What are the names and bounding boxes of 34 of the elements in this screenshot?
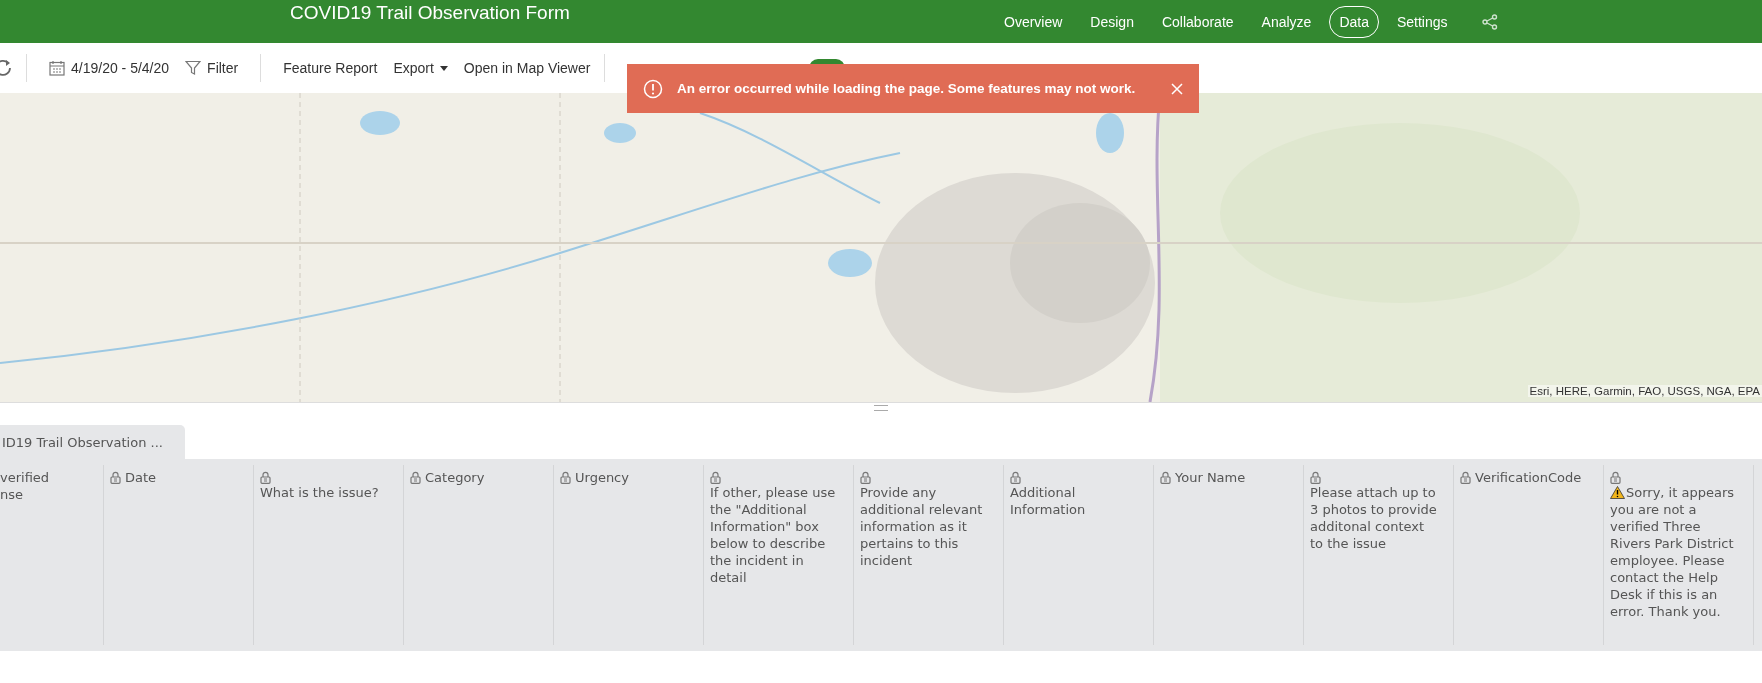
filter-icon — [185, 60, 202, 76]
map-attribution: Esri, HERE, Garmin, FAO, USGS, NGA, EPA — [1527, 385, 1762, 397]
share-icon[interactable] — [1481, 13, 1498, 30]
calendar-icon — [49, 60, 65, 76]
filter-button[interactable]: Filter — [177, 60, 247, 76]
date-range-button[interactable]: 4/19/20 - 5/4/20 — [41, 60, 178, 76]
close-icon[interactable] — [1171, 82, 1183, 95]
export-menu-button[interactable]: Export — [385, 60, 456, 76]
layer-tab[interactable]: ID19 Trail Observation ... — [0, 425, 185, 459]
column-header[interactable]: Urgency — [575, 469, 629, 486]
resize-handle[interactable] — [874, 405, 888, 411]
nav-tab[interactable]: Overview — [994, 5, 1073, 38]
column-header[interactable]: Please attach up to 3 photos to provide additonal context to the issue — [1310, 484, 1439, 552]
refresh-icon[interactable] — [0, 59, 12, 77]
column-header[interactable]: Date — [125, 469, 157, 486]
nav-tab[interactable]: Collaborate — [1151, 5, 1244, 38]
nav-tab[interactable]: Design — [1080, 5, 1144, 38]
column-header[interactable]: Provide any additional relevant information as it pertains to this incident — [860, 484, 989, 569]
column-header[interactable]: verified nse — [0, 469, 50, 503]
toolbar-button[interactable]: Open in Map Viewer — [455, 60, 599, 76]
app-title: COVID19 Trail Observation Form — [290, 2, 570, 24]
column-header[interactable]: What is the issue? — [260, 484, 379, 501]
column-header[interactable]: VerificationCode — [1475, 469, 1582, 486]
error-message: An error occurred while loading the page. Some features may not work. — [677, 81, 1137, 96]
nav-tab[interactable]: Analyze — [1251, 5, 1322, 38]
column-header[interactable]: Sorry, it appears you are not a verified Three Rivers Park District employee. Please contact the Help Desk if this is an error. Thank you. — [1610, 484, 1739, 620]
toolbar-button[interactable]: Feature Report — [275, 60, 386, 76]
column-header[interactable]: Additional Information — [1010, 484, 1139, 518]
column-header[interactable]: Category — [425, 469, 485, 486]
column-header[interactable]: If other, please use the "Additional Information" box below to describe the incident in detail — [710, 484, 839, 586]
column-header[interactable]: Your Name — [1175, 469, 1246, 486]
alert-icon — [643, 78, 663, 99]
caret-icon — [439, 65, 448, 71]
nav-tab[interactable]: Settings — [1386, 5, 1458, 38]
